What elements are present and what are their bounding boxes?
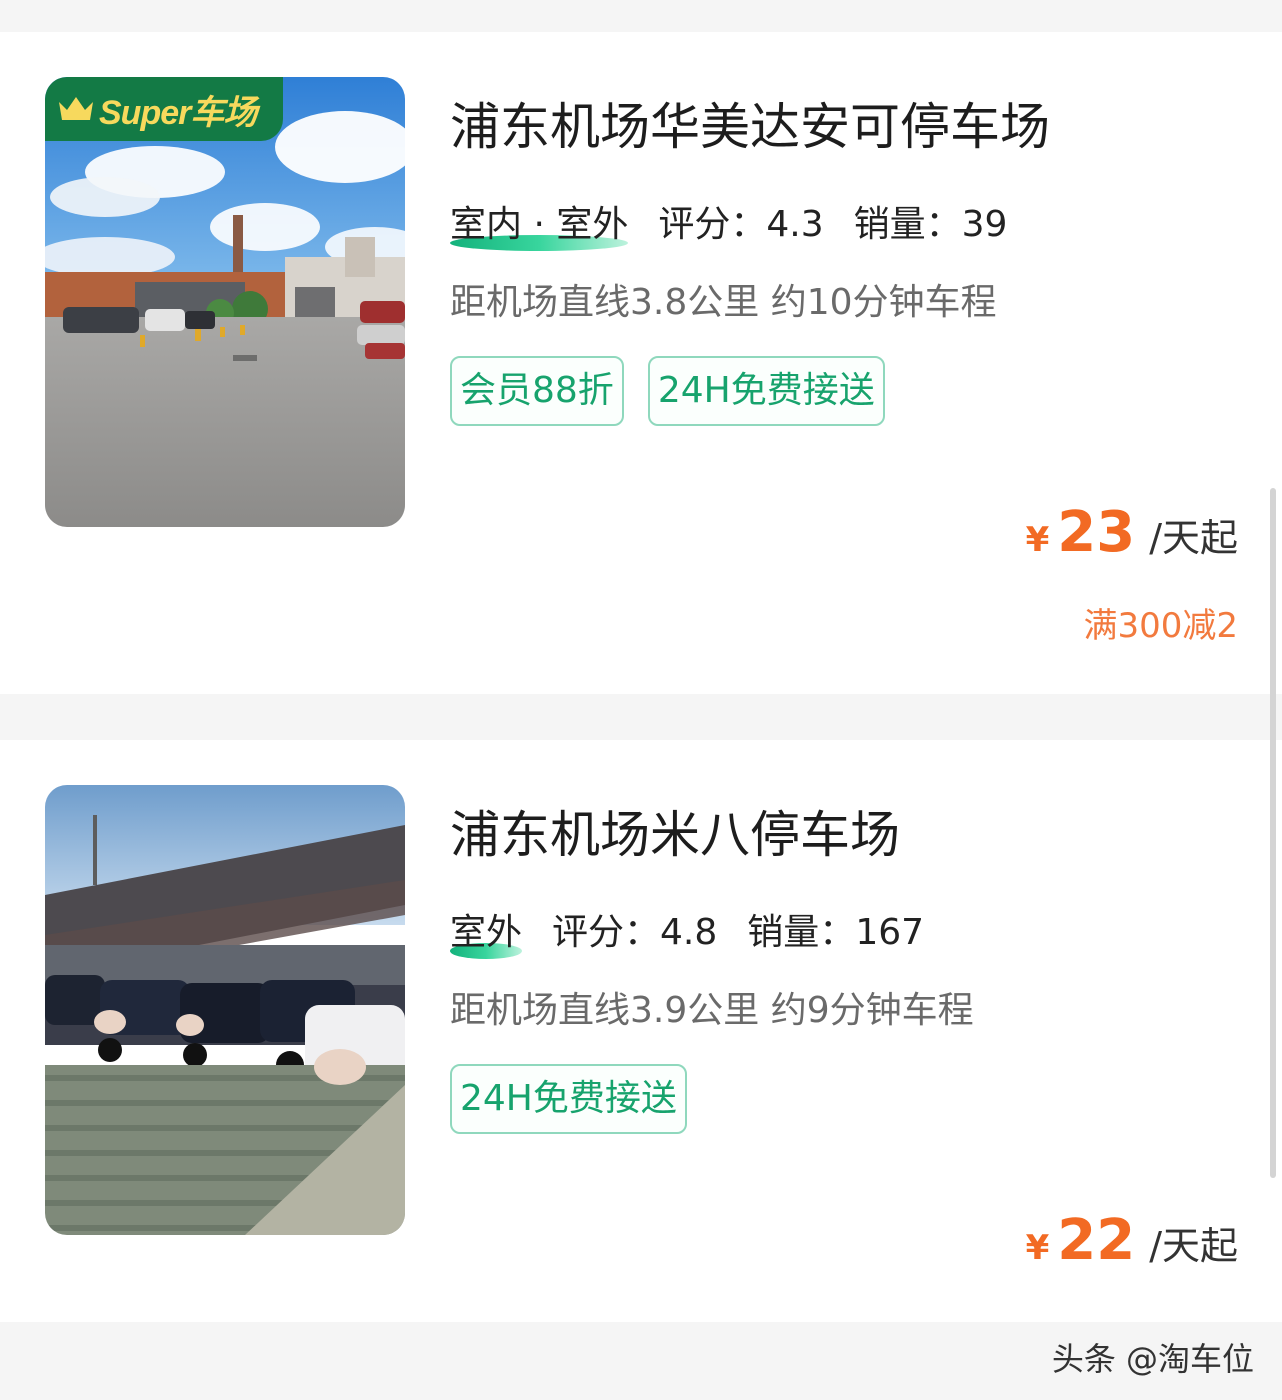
listing-meta: 室外 评分：4.8 销量：167 — [450, 903, 954, 959]
tag-free-shuttle: 24H免费接送 — [450, 1064, 687, 1134]
tag-list: 会员88折 24H免费接送 — [450, 356, 909, 426]
tag-list: 24H免费接送 — [450, 1064, 711, 1134]
price: ¥ 23 /天起 — [1026, 500, 1238, 565]
rating: 评分：4.8 — [552, 912, 718, 953]
price: ¥ 22 /天起 — [1026, 1208, 1238, 1273]
price-value: 23 — [1057, 500, 1136, 565]
environment-label: 室内 · 室外 — [450, 195, 629, 251]
crown-icon — [59, 97, 93, 120]
currency-symbol: ¥ — [1025, 520, 1050, 560]
parking-listing-card[interactable]: Super车场 浦东机场华美达安可停车场 室内 · 室外 评分：4.3 销量：3… — [0, 32, 1282, 694]
currency-symbol: ¥ — [1025, 1228, 1050, 1268]
listing-title: 浦东机场米八停车场 — [450, 806, 900, 864]
rating: 评分：4.3 — [658, 204, 824, 245]
distance-info: 距机场直线3.9公里 约9分钟车程 — [450, 990, 974, 1031]
parking-lot-photo: Super车场 — [45, 77, 405, 527]
listing-meta: 室内 · 室外 评分：4.3 销量：39 — [450, 195, 1037, 251]
tag-member-discount: 会员88折 — [450, 356, 624, 426]
sales-count: 销量：39 — [853, 204, 1008, 245]
price-unit: /天起 — [1149, 1224, 1238, 1268]
parking-listing-card[interactable]: 浦东机场米八停车场 室外 评分：4.8 销量：167 距机场直线3.9公里 约9… — [0, 740, 1282, 1322]
super-badge: Super车场 — [45, 77, 283, 141]
parking-list-page: Super车场 浦东机场华美达安可停车场 室内 · 室外 评分：4.3 销量：3… — [0, 0, 1282, 1400]
tag-free-shuttle: 24H免费接送 — [647, 356, 885, 426]
watermark: 头条 @淘车位 — [1051, 1340, 1254, 1378]
sales-count: 销量：167 — [747, 912, 925, 953]
listing-title: 浦东机场华美达安可停车场 — [450, 98, 1050, 156]
distance-info: 距机场直线3.8公里 约10分钟车程 — [450, 282, 997, 323]
super-badge-label: Super车场 — [99, 93, 257, 132]
price-value: 22 — [1057, 1208, 1136, 1273]
environment-label: 室外 — [450, 903, 523, 959]
promo-text: 满300减2 — [1083, 606, 1238, 646]
carport-photo — [45, 785, 405, 1235]
price-unit: /天起 — [1149, 516, 1238, 560]
scrollbar[interactable] — [1270, 488, 1276, 1178]
